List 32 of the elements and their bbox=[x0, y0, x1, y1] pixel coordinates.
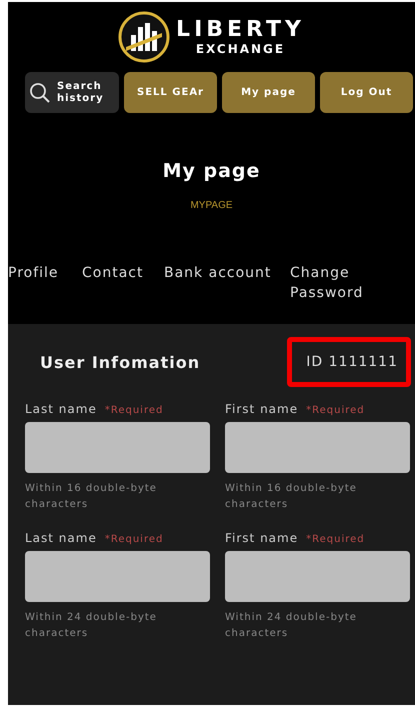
profile-tab[interactable]: Change Password bbox=[290, 263, 390, 303]
search-history-button[interactable]: Search history bbox=[25, 72, 119, 113]
input-field[interactable] bbox=[25, 551, 210, 602]
field-label: First name bbox=[225, 402, 298, 416]
field-hint: Within 24 double-byte characters bbox=[225, 611, 358, 641]
field-label: First name bbox=[225, 531, 298, 545]
input-field[interactable] bbox=[25, 422, 210, 473]
profile-tab[interactable]: Bank account bbox=[164, 263, 290, 283]
field-label: Last name bbox=[25, 531, 97, 545]
field-hint: Within 16 double-byte characters bbox=[225, 482, 358, 512]
user-id: ID 1111111 bbox=[287, 337, 411, 387]
required-label: *Required bbox=[104, 534, 164, 545]
field-label: Last name bbox=[25, 402, 97, 416]
required-label: *Required bbox=[306, 534, 365, 545]
nav-button[interactable]: My page bbox=[222, 72, 315, 113]
nav-button[interactable]: Log Out bbox=[320, 72, 413, 113]
section-title: User Infomation bbox=[40, 352, 200, 372]
profile-tab[interactable]: Contact bbox=[82, 263, 164, 283]
search-icon bbox=[29, 82, 51, 104]
page-subtitle: MYPAGE bbox=[189, 200, 234, 211]
profile-tab[interactable]: Profile bbox=[8, 263, 82, 283]
input-field[interactable] bbox=[225, 422, 410, 473]
logo-title: LIBERTY bbox=[176, 18, 305, 42]
required-label: *Required bbox=[104, 405, 164, 416]
logo-subtitle: EXCHANGE bbox=[196, 42, 286, 56]
input-field[interactable] bbox=[225, 551, 410, 602]
nav-button[interactable]: SELL GEAr bbox=[124, 72, 217, 113]
field-hint: Within 16 double-byte characters bbox=[25, 482, 158, 512]
logo-icon bbox=[118, 11, 170, 63]
field-hint: Within 24 double-byte characters bbox=[25, 611, 158, 641]
required-label: *Required bbox=[306, 405, 365, 416]
page-title: My page bbox=[162, 160, 262, 182]
